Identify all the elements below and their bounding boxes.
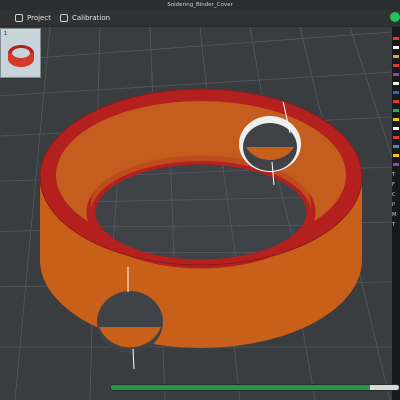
plate-preview-icon	[8, 45, 34, 67]
filament-panel: TFCPMT	[392, 27, 400, 400]
filament-color-swatch[interactable]	[393, 37, 399, 40]
tab-calibration-label: Calibration	[72, 14, 111, 22]
panel-label: T	[392, 222, 396, 228]
window-title: Soldering_Binder_Cover	[0, 0, 400, 10]
model-soldering-binder-cover[interactable]	[0, 27, 392, 400]
filament-color-swatch[interactable]	[393, 118, 399, 121]
slice-progress-bar	[110, 384, 400, 391]
filament-color-swatch[interactable]	[393, 136, 399, 139]
filament-color-swatch[interactable]	[393, 154, 399, 157]
filament-color-swatch[interactable]	[393, 82, 399, 85]
plate-thumbnail[interactable]: 1	[0, 28, 41, 78]
panel-label: C	[392, 192, 396, 198]
filament-color-swatch[interactable]	[393, 109, 399, 112]
project-icon	[15, 14, 23, 22]
panel-label: P	[392, 202, 396, 208]
panel-label: T	[392, 172, 396, 178]
panel-label: M	[392, 212, 397, 218]
plate-number: 1	[4, 31, 8, 37]
3d-viewport[interactable]	[0, 27, 392, 400]
filament-color-swatch[interactable]	[393, 91, 399, 94]
tab-bar: Project Calibration	[0, 10, 400, 27]
tab-calibration[interactable]: Calibration	[60, 10, 110, 26]
filament-color-swatch[interactable]	[393, 127, 399, 130]
filament-color-swatch[interactable]	[393, 100, 399, 103]
slice-progress-fill	[111, 385, 371, 390]
panel-label: F	[392, 182, 395, 188]
filament-color-swatch[interactable]	[393, 64, 399, 67]
calibration-icon	[60, 14, 68, 22]
filament-color-swatch[interactable]	[393, 55, 399, 58]
tab-project[interactable]: Project	[15, 10, 51, 26]
filament-color-swatch[interactable]	[393, 145, 399, 148]
filament-color-swatch[interactable]	[393, 73, 399, 76]
tab-project-label: Project	[27, 14, 51, 22]
sync-status-indicator[interactable]	[390, 12, 400, 22]
filament-color-swatch[interactable]	[393, 46, 399, 49]
filament-color-swatch[interactable]	[393, 163, 399, 166]
